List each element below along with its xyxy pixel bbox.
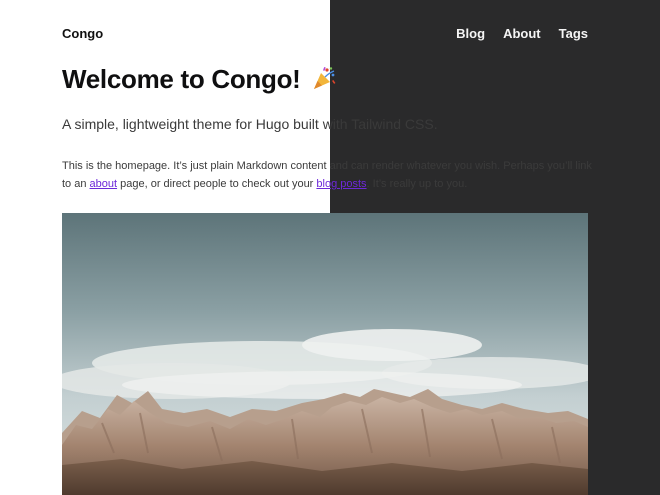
main-nav: Blog About Tags — [456, 26, 588, 41]
nav-tags-link[interactable]: Tags — [559, 26, 588, 41]
party-popper-icon — [311, 65, 337, 98]
paragraph-text-3: . It’s really up to you. — [366, 178, 468, 190]
about-link[interactable]: about — [90, 178, 118, 190]
hero-image — [62, 213, 588, 495]
nav-about-link[interactable]: About — [503, 26, 541, 41]
page-title: Welcome to Congo! — [62, 64, 337, 98]
paragraph-text-2: page, or direct people to check out your — [117, 178, 317, 190]
nav-blog-link[interactable]: Blog — [456, 26, 485, 41]
site-title-link[interactable]: Congo — [62, 26, 103, 41]
blog-posts-link[interactable]: blog posts — [316, 178, 366, 190]
lead-text: A simple, lightweight theme for Hugo bui… — [62, 116, 438, 132]
intro-paragraph: This is the homepage. It’s just plain Ma… — [62, 157, 602, 193]
page-title-text: Welcome to Congo! — [62, 64, 301, 94]
